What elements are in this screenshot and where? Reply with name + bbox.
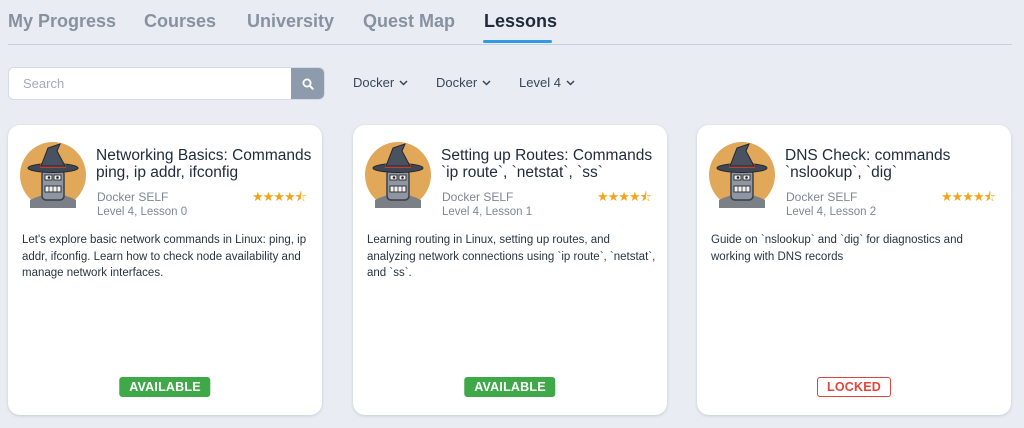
rating-stars-icon: ★★★★⯪ bbox=[252, 189, 307, 204]
filter-dropdown-2[interactable]: Docker bbox=[436, 75, 491, 90]
chevron-down-icon bbox=[482, 79, 491, 86]
card-level: Level 4, Lesson 2 bbox=[786, 206, 877, 218]
chevron-down-icon bbox=[566, 79, 575, 86]
card-author: Docker SELF bbox=[442, 190, 514, 204]
search-icon bbox=[302, 78, 314, 90]
search-box bbox=[8, 67, 325, 100]
tab-quest-map[interactable]: Quest Map bbox=[363, 11, 455, 32]
filter-dropdown-level[interactable]: Level 4 bbox=[519, 75, 575, 90]
robot-avatar-icon bbox=[365, 142, 431, 208]
card-description: Let's explore basic network commands in … bbox=[22, 234, 307, 279]
status-badge: AVAILABLE bbox=[464, 377, 556, 397]
filter-dropdown-1[interactable]: Docker bbox=[353, 75, 408, 90]
card-description: Guide on `nslookup` and `dig` for diagno… bbox=[711, 234, 963, 263]
filter-label: Docker bbox=[353, 75, 395, 90]
tab-university[interactable]: University bbox=[247, 11, 334, 32]
filter-label: Docker bbox=[436, 75, 478, 90]
status-badge: AVAILABLE bbox=[119, 377, 211, 397]
search-input[interactable] bbox=[9, 68, 291, 99]
lesson-card[interactable]: Networking Basics: Commands ping, ip add… bbox=[8, 125, 322, 415]
rating-stars-icon: ★★★★⯪ bbox=[941, 189, 996, 204]
tab-lessons[interactable]: Lessons bbox=[484, 11, 557, 32]
tab-my-progress[interactable]: My Progress bbox=[8, 11, 116, 32]
rating-stars-icon: ★★★★⯪ bbox=[597, 189, 652, 204]
card-title[interactable]: Networking Basics: Commands ping, ip add… bbox=[96, 147, 316, 181]
card-author: Docker SELF bbox=[97, 190, 169, 204]
card-level: Level 4, Lesson 0 bbox=[97, 206, 188, 218]
card-title[interactable]: Setting up Routes: Commands `ip route`, … bbox=[441, 147, 661, 181]
active-tab-indicator bbox=[483, 40, 552, 43]
search-button[interactable] bbox=[291, 68, 324, 99]
card-level: Level 4, Lesson 1 bbox=[442, 206, 533, 218]
robot-avatar-icon bbox=[709, 142, 775, 208]
robot-avatar-icon bbox=[20, 142, 86, 208]
card-description: Learning routing in Linux, setting up ro… bbox=[367, 234, 656, 279]
lesson-card[interactable]: Setting up Routes: Commands `ip route`, … bbox=[353, 125, 667, 415]
card-author: Docker SELF bbox=[786, 190, 858, 204]
chevron-down-icon bbox=[399, 79, 408, 86]
card-title[interactable]: DNS Check: commands `nslookup`, `dig` bbox=[785, 147, 1005, 181]
status-badge: LOCKED bbox=[817, 377, 891, 397]
tab-courses[interactable]: Courses bbox=[144, 11, 216, 32]
lesson-card[interactable]: DNS Check: commands `nslookup`, `dig` Do… bbox=[697, 125, 1011, 415]
top-nav-tabs: My Progress Courses University Quest Map… bbox=[8, 0, 1012, 45]
filter-label: Level 4 bbox=[519, 75, 561, 90]
